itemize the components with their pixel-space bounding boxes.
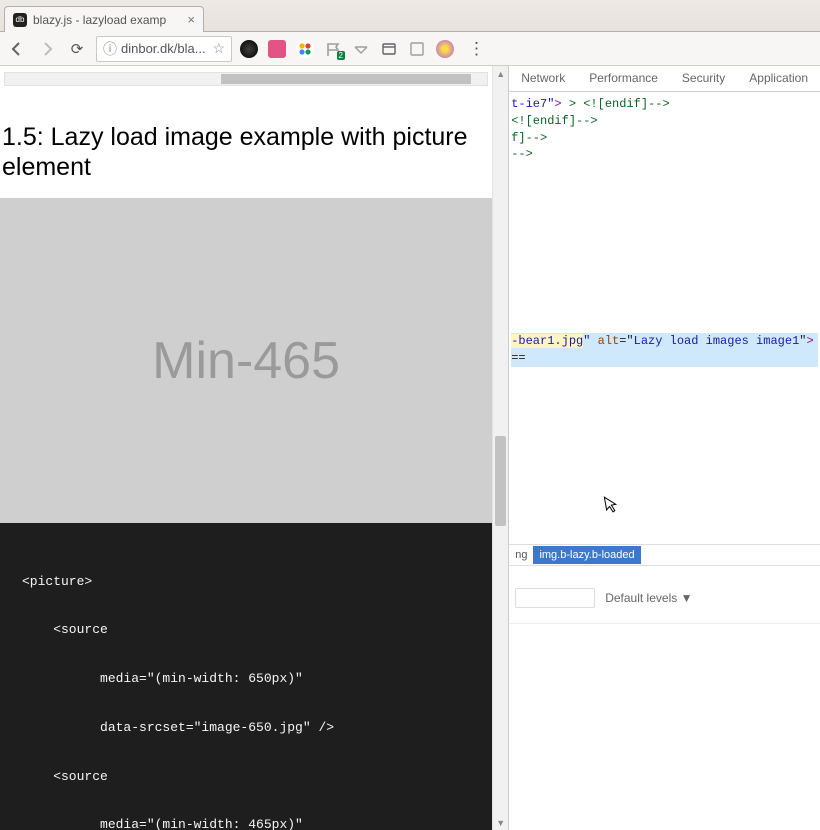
arrow-left-icon (9, 41, 25, 57)
console-toolbar: Default levels ▼ (509, 566, 820, 624)
url-text: dinbor.dk/bla... (121, 41, 208, 56)
code-line: <picture> (0, 574, 492, 590)
vertical-scrollbar[interactable]: ▲ ▼ (492, 66, 508, 830)
reload-button[interactable]: ⟳ (66, 38, 88, 60)
arrow-right-icon (39, 41, 55, 57)
horizontal-scrollbar[interactable] (4, 72, 488, 86)
code-line: <source (0, 769, 492, 785)
devtools-tab-strip: Network Performance Security Application (509, 66, 820, 92)
scroll-up-icon[interactable]: ▲ (493, 66, 508, 81)
forward-button[interactable] (36, 38, 58, 60)
source-line-highlighted[interactable]: -bear1.jpg" alt="Lazy load images image1… (511, 333, 818, 367)
image-placeholder: Min-465 (0, 198, 492, 523)
extension-icon[interactable] (408, 40, 426, 58)
address-bar[interactable]: ⓘ dinbor.dk/bla... ☆ (96, 36, 232, 62)
devtools-source[interactable]: t-ie7"> > <![endif]--> <![endif]--> f]--… (509, 92, 820, 371)
code-line: media="(min-width: 465px)" (0, 817, 492, 830)
source-line: --> (511, 147, 533, 161)
devtools-tab-application[interactable]: Application (737, 66, 820, 91)
code-line: media="(min-width: 650px)" (0, 671, 492, 687)
extension-icon[interactable] (436, 40, 454, 58)
code-block: <picture> <source media="(min-width: 650… (0, 523, 492, 830)
source-line: <![endif]--> (511, 114, 597, 128)
devtools-panel: Network Performance Security Application… (508, 66, 820, 830)
devtools-tab-security[interactable]: Security (670, 66, 737, 91)
breadcrumb-item-active[interactable]: img.b-lazy.b-loaded (533, 546, 640, 564)
extension-badge: 2 (337, 51, 345, 60)
tab-title: blazy.js - lazyload examp (33, 13, 181, 27)
code-line: <source (0, 622, 492, 638)
site-info-icon[interactable]: ⓘ (103, 39, 117, 59)
extension-icon[interactable] (352, 40, 370, 58)
close-icon[interactable]: × (187, 12, 195, 27)
breadcrumb-item[interactable]: ng (509, 546, 533, 564)
scrollbar-thumb[interactable] (495, 436, 506, 526)
page-viewport: 1.5: Lazy load image example with pictur… (0, 66, 508, 830)
scrollbar-thumb[interactable] (221, 74, 471, 84)
browser-toolbar: ⟳ ⓘ dinbor.dk/bla... ☆ 2 ⋮ (0, 32, 820, 66)
devtools-tab-network[interactable]: Network (509, 66, 577, 91)
extension-icon[interactable] (240, 40, 258, 58)
source-line: f]--> (511, 131, 547, 145)
browser-menu-icon[interactable]: ⋮ (464, 39, 489, 59)
extension-icon[interactable] (296, 40, 314, 58)
browser-tab[interactable]: db blazy.js - lazyload examp × (4, 6, 204, 32)
scroll-down-icon[interactable]: ▼ (493, 815, 508, 830)
bookmark-icon[interactable]: ☆ (212, 40, 225, 57)
console-filter-input[interactable] (515, 588, 595, 608)
log-level-dropdown[interactable]: Default levels ▼ (605, 591, 692, 605)
extension-icon[interactable] (268, 40, 286, 58)
back-button[interactable] (6, 38, 28, 60)
browser-tab-strip: db blazy.js - lazyload examp × (0, 0, 820, 32)
placeholder-text: Min-465 (152, 331, 340, 391)
devtools-tab-performance[interactable]: Performance (577, 66, 670, 91)
extension-icon[interactable] (380, 40, 398, 58)
extension-icons: 2 ⋮ (240, 39, 489, 59)
extension-icon[interactable]: 2 (324, 40, 342, 58)
devtools-breadcrumbs: ng img.b-lazy.b-loaded (509, 544, 820, 566)
section-heading: 1.5: Lazy load image example with pictur… (0, 86, 492, 190)
code-line: data-srcset="image-650.jpg" /> (0, 720, 492, 736)
favicon-icon: db (13, 13, 27, 27)
